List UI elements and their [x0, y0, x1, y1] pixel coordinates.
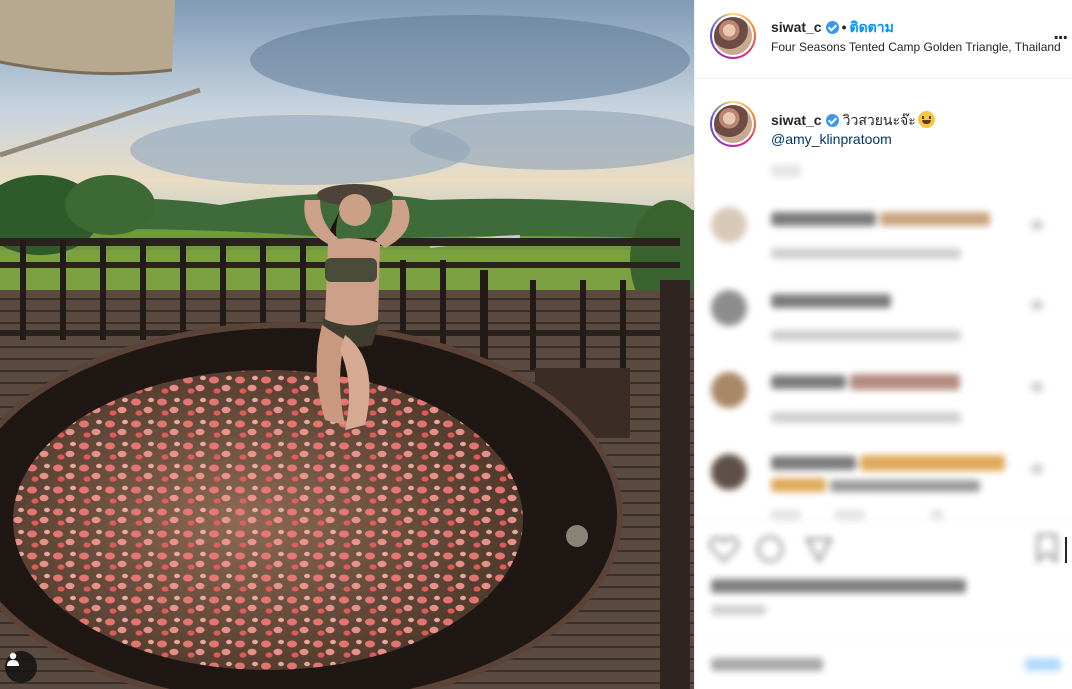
likes-placeholder	[711, 579, 966, 593]
separator-dot: •	[841, 19, 847, 35]
comment-avatar	[711, 290, 747, 326]
text-cursor	[1065, 537, 1067, 563]
header-user-line: siwat_c • ติดตาม	[771, 17, 894, 39]
verified-badge-icon	[825, 21, 839, 34]
verified-badge-icon	[825, 114, 839, 127]
heart-icon	[1031, 220, 1043, 230]
divider	[695, 637, 1072, 638]
header-username[interactable]: siwat_c	[771, 19, 822, 35]
comment-text-placeholder	[771, 294, 891, 308]
comment-text-placeholder	[771, 478, 826, 492]
user-tag-icon	[7, 652, 19, 666]
location-link[interactable]: Four Seasons Tented Camp Golden Triangle…	[771, 40, 1067, 54]
add-comment-placeholder	[711, 658, 823, 671]
heart-icon	[1031, 464, 1043, 474]
user-tag-button[interactable]	[5, 651, 37, 683]
comment-meta-placeholder	[771, 248, 961, 259]
comment-text-placeholder	[880, 212, 990, 226]
date-placeholder	[711, 605, 766, 615]
divider	[695, 521, 1072, 522]
share-icon[interactable]	[805, 535, 833, 563]
caption-avatar[interactable]	[710, 101, 756, 147]
heart-icon[interactable]	[709, 535, 739, 563]
avatar-image	[712, 103, 754, 145]
comment-text-placeholder	[771, 456, 856, 470]
post-side-panel: siwat_c • ติดตาม Four Seasons Tented Camp …	[694, 0, 1072, 689]
avatar-image	[712, 15, 754, 57]
caption-username[interactable]: siwat_c	[771, 112, 822, 128]
comment-meta-placeholder	[771, 330, 961, 341]
comment-text-placeholder	[860, 455, 1005, 471]
timestamp-placeholder	[771, 165, 801, 177]
comment-meta-placeholder	[771, 510, 801, 520]
comment-text-placeholder	[771, 375, 846, 389]
comment-avatar	[711, 372, 747, 408]
comment-meta-placeholder	[931, 510, 943, 520]
comment-icon[interactable]	[755, 535, 785, 563]
post-actions	[695, 521, 1072, 687]
post-button-placeholder	[1025, 658, 1061, 671]
caption-mention-link[interactable]: @amy_klinpratoom	[771, 131, 892, 147]
caption-text: วิวสวยนะจ๊ะ	[842, 112, 916, 128]
grinning-face-emoji	[917, 111, 935, 128]
more-options-icon[interactable]: ...	[1053, 22, 1068, 45]
post-header: siwat_c • ติดตาม Four Seasons Tented Camp …	[695, 0, 1072, 79]
heart-icon	[1031, 300, 1043, 310]
comment-text-placeholder	[771, 212, 876, 226]
post-photo[interactable]	[0, 0, 694, 689]
header-avatar[interactable]	[710, 13, 756, 59]
comment-meta-placeholder	[835, 510, 865, 520]
bookmark-icon[interactable]	[1035, 533, 1059, 563]
comment-meta-placeholder	[771, 412, 961, 423]
comment-avatar	[711, 454, 747, 490]
comment-text-placeholder	[830, 480, 980, 492]
follow-button[interactable]: ติดตาม	[850, 19, 894, 35]
heart-icon	[1031, 382, 1043, 392]
caption-line: siwat_c วิวสวยนะจ๊ะ	[771, 110, 935, 132]
instagram-post-dialog: siwat_c • ติดตาม Four Seasons Tented Camp …	[0, 0, 1072, 689]
comment-avatar	[711, 207, 747, 243]
comment-text-placeholder	[850, 374, 960, 390]
photo-illustration	[0, 0, 694, 689]
